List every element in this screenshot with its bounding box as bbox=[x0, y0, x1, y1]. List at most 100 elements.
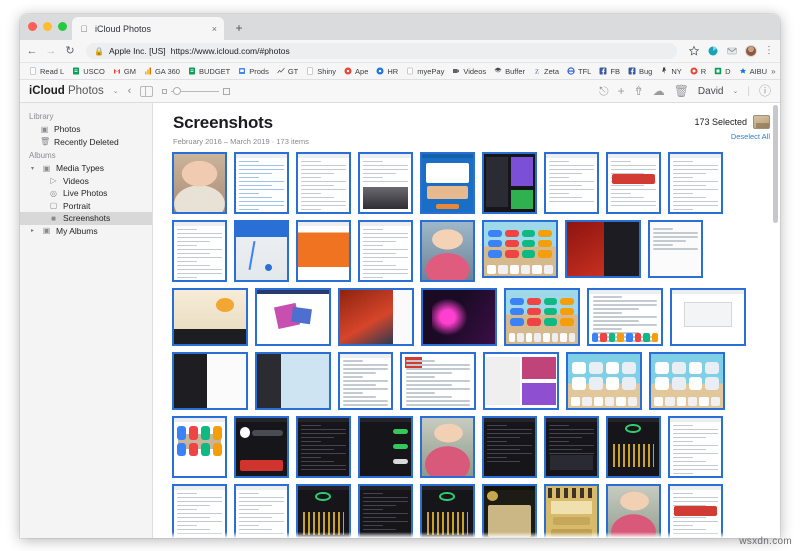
bookmark-item[interactable]: FB bbox=[595, 67, 624, 76]
bookmark-item[interactable]: Prods bbox=[234, 67, 273, 76]
photo-cell[interactable] bbox=[420, 484, 475, 538]
icloud-brand[interactable]: iCloud Photos bbox=[29, 85, 104, 97]
photo-cell[interactable] bbox=[544, 416, 599, 478]
photo-cell[interactable] bbox=[670, 288, 746, 346]
deselect-all-button[interactable]: Deselect All bbox=[694, 132, 770, 141]
profile-avatar[interactable] bbox=[745, 45, 757, 57]
photo-cell[interactable] bbox=[358, 416, 413, 478]
photo-cell[interactable] bbox=[565, 220, 641, 282]
photo-cell[interactable] bbox=[668, 484, 723, 538]
photo-cell[interactable] bbox=[358, 152, 413, 214]
photo-cell[interactable] bbox=[544, 484, 599, 538]
photo-cell[interactable] bbox=[234, 220, 289, 282]
bookmark-item[interactable]: TFL bbox=[563, 67, 595, 76]
photo-cell[interactable] bbox=[606, 484, 661, 538]
photo-thumbnail[interactable] bbox=[482, 484, 537, 538]
browser-tab[interactable]:  iCloud Photos × bbox=[72, 17, 224, 40]
thumbnail-size-slider[interactable] bbox=[162, 86, 231, 95]
add-icon[interactable]: + bbox=[618, 85, 625, 97]
back-button[interactable]: ‹ bbox=[128, 85, 132, 97]
photo-cell[interactable] bbox=[255, 288, 331, 346]
photo-thumbnail[interactable] bbox=[338, 288, 414, 346]
photo-thumbnail[interactable] bbox=[172, 152, 227, 214]
close-window-button[interactable] bbox=[28, 22, 37, 31]
chrome-menu-icon[interactable]: ⋮ bbox=[764, 46, 774, 56]
photo-cell[interactable] bbox=[482, 220, 558, 282]
selection-thumbnail[interactable] bbox=[753, 115, 770, 129]
upload-icon[interactable]: ⎋ bbox=[599, 85, 609, 97]
photo-thumbnail[interactable] bbox=[544, 484, 599, 538]
extension-icon[interactable] bbox=[707, 45, 719, 57]
photo-cell[interactable] bbox=[400, 352, 476, 410]
photo-cell[interactable] bbox=[234, 152, 289, 214]
bookmark-item[interactable]: GA 360 bbox=[140, 67, 184, 76]
photo-cell[interactable] bbox=[296, 416, 351, 478]
photo-thumbnail[interactable] bbox=[234, 152, 289, 214]
photo-thumbnail[interactable] bbox=[172, 484, 227, 538]
photo-cell[interactable] bbox=[358, 484, 413, 538]
minimize-window-button[interactable] bbox=[43, 22, 52, 31]
photo-thumbnail[interactable] bbox=[400, 352, 476, 410]
mail-extension-icon[interactable] bbox=[726, 45, 738, 57]
photo-thumbnail[interactable] bbox=[234, 220, 289, 282]
photo-thumbnail[interactable] bbox=[172, 288, 248, 346]
photo-cell[interactable] bbox=[421, 288, 497, 346]
photo-thumbnail[interactable] bbox=[358, 152, 413, 214]
photo-thumbnail[interactable] bbox=[338, 352, 393, 410]
bookmark-item[interactable]: R bbox=[686, 67, 710, 76]
slider-thumb[interactable] bbox=[173, 86, 182, 95]
account-name[interactable]: David bbox=[698, 86, 724, 97]
bookmark-item[interactable]: GM bbox=[109, 67, 140, 76]
photo-cell[interactable] bbox=[338, 352, 393, 410]
photo-thumbnail[interactable] bbox=[649, 352, 725, 410]
photo-thumbnail[interactable] bbox=[587, 288, 663, 346]
photo-thumbnail[interactable] bbox=[483, 352, 559, 410]
photo-cell[interactable] bbox=[587, 288, 663, 346]
photo-thumbnail[interactable] bbox=[504, 288, 580, 346]
photo-cell[interactable] bbox=[482, 484, 537, 538]
photo-cell[interactable] bbox=[255, 352, 331, 410]
help-icon[interactable]: ⓘ bbox=[759, 85, 771, 97]
sidebar-item-recently-deleted[interactable]: 🗑 Recently Deleted bbox=[20, 136, 152, 149]
photo-thumbnail[interactable] bbox=[668, 416, 723, 478]
photo-cell[interactable] bbox=[668, 152, 723, 214]
sidebar-item-media-types[interactable]: ▾ ▣ Media Types bbox=[20, 162, 152, 175]
photo-cell[interactable] bbox=[544, 152, 599, 214]
photo-thumbnail[interactable] bbox=[648, 220, 703, 278]
photo-thumbnail[interactable] bbox=[172, 220, 227, 282]
photo-thumbnail[interactable] bbox=[565, 220, 641, 278]
vertical-scrollbar[interactable] bbox=[773, 103, 778, 538]
bookmark-item[interactable]: Bug bbox=[624, 67, 656, 76]
photo-thumbnail[interactable] bbox=[420, 220, 475, 282]
bookmark-item[interactable]: Videos bbox=[448, 67, 490, 76]
photo-cell[interactable] bbox=[234, 484, 289, 538]
photo-cell[interactable] bbox=[606, 152, 661, 214]
photo-thumbnail[interactable] bbox=[358, 220, 413, 282]
address-bar[interactable]: 🔒 Apple Inc. [US] https://www.icloud.com… bbox=[86, 43, 677, 59]
photo-cell[interactable] bbox=[296, 484, 351, 538]
photo-cell[interactable] bbox=[482, 152, 537, 214]
photo-thumbnail[interactable] bbox=[172, 352, 248, 410]
photo-cell[interactable] bbox=[504, 288, 580, 346]
new-tab-button[interactable]: + bbox=[232, 22, 246, 34]
download-icon[interactable]: ☁ bbox=[653, 85, 665, 97]
photo-thumbnail[interactable] bbox=[420, 152, 475, 214]
photo-thumbnail[interactable] bbox=[670, 288, 746, 346]
photo-thumbnail[interactable] bbox=[606, 416, 661, 478]
sidebar-item-screenshots[interactable]: ■ Screenshots bbox=[20, 212, 152, 225]
photo-thumbnail[interactable] bbox=[358, 416, 413, 478]
bookmark-item[interactable]: Read L bbox=[25, 67, 68, 76]
photo-thumbnail[interactable] bbox=[296, 152, 351, 214]
bookmarks-overflow-button[interactable]: » bbox=[771, 67, 778, 76]
bookmark-item[interactable]: D bbox=[710, 67, 734, 76]
photo-thumbnail[interactable] bbox=[234, 416, 289, 478]
photo-thumbnail[interactable] bbox=[296, 484, 351, 538]
bookmark-item[interactable]: NY bbox=[656, 67, 685, 76]
photo-cell[interactable] bbox=[172, 352, 248, 410]
photo-cell[interactable] bbox=[668, 416, 723, 478]
photo-thumbnail[interactable] bbox=[234, 484, 289, 538]
bookmark-item[interactable]: Z Zeta bbox=[529, 67, 563, 76]
photo-cell[interactable] bbox=[172, 152, 227, 214]
bookmark-item[interactable]: USCO bbox=[68, 67, 109, 76]
disclosure-triangle-icon[interactable]: ▸ bbox=[31, 227, 37, 234]
